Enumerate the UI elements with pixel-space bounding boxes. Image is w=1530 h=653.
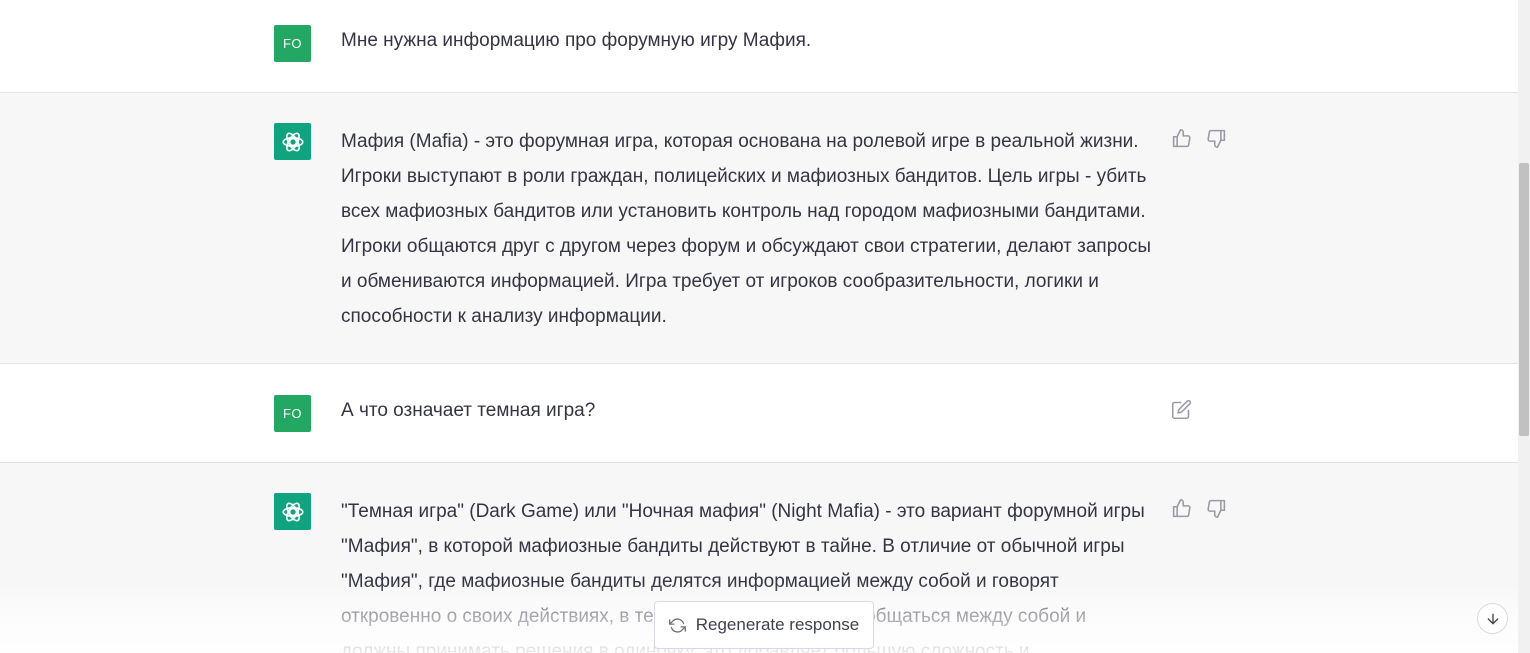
user-message: FO А что означает темная игра? bbox=[0, 364, 1518, 463]
message-paragraph: Мафия (Mafia) - это форумная игра, котор… bbox=[341, 131, 1151, 327]
scroll-to-bottom-button[interactable] bbox=[1477, 603, 1508, 634]
regenerate-label: Regenerate response bbox=[695, 615, 860, 634]
feedback-buttons bbox=[1171, 498, 1227, 519]
thumbs-down-icon[interactable] bbox=[1206, 498, 1227, 519]
arrow-down-icon bbox=[1487, 613, 1498, 624]
openai-logo-icon bbox=[274, 123, 311, 160]
scrollbar-thumb[interactable] bbox=[1519, 163, 1529, 436]
user-avatar-initials: FO bbox=[282, 36, 303, 51]
assistant-message: Мафия (Mafia) - это форумная игра, котор… bbox=[0, 93, 1518, 364]
message-text: А что означает темная игра? bbox=[341, 393, 1156, 428]
openai-logo-icon bbox=[274, 493, 311, 530]
message-text: Мне нужна информацию про форумную игру М… bbox=[341, 23, 1156, 58]
message-paragraph: А что означает темная игра? bbox=[341, 400, 596, 421]
edit-buttons bbox=[1171, 399, 1192, 420]
message-text: Мафия (Mafia) - это форумная игра, котор… bbox=[341, 124, 1156, 334]
thumbs-down-icon[interactable] bbox=[1206, 128, 1227, 149]
scrollbar[interactable] bbox=[1518, 0, 1530, 653]
user-avatar: FO bbox=[274, 395, 311, 432]
user-avatar: FO bbox=[274, 25, 311, 62]
refresh-icon bbox=[668, 617, 686, 633]
chat-thread: FO Мне нужна информацию про форумную игр… bbox=[0, 0, 1518, 653]
user-avatar-initials: FO bbox=[282, 406, 303, 421]
edit-icon[interactable] bbox=[1171, 399, 1192, 420]
regenerate-response-button[interactable]: Regenerate response bbox=[654, 601, 874, 649]
feedback-buttons bbox=[1171, 128, 1227, 149]
thumbs-up-icon[interactable] bbox=[1171, 498, 1192, 519]
message-paragraph: Мне нужна информацию про форумную игру М… bbox=[341, 30, 812, 51]
thumbs-up-icon[interactable] bbox=[1171, 128, 1192, 149]
user-message: FO Мне нужна информацию про форумную игр… bbox=[0, 0, 1518, 93]
